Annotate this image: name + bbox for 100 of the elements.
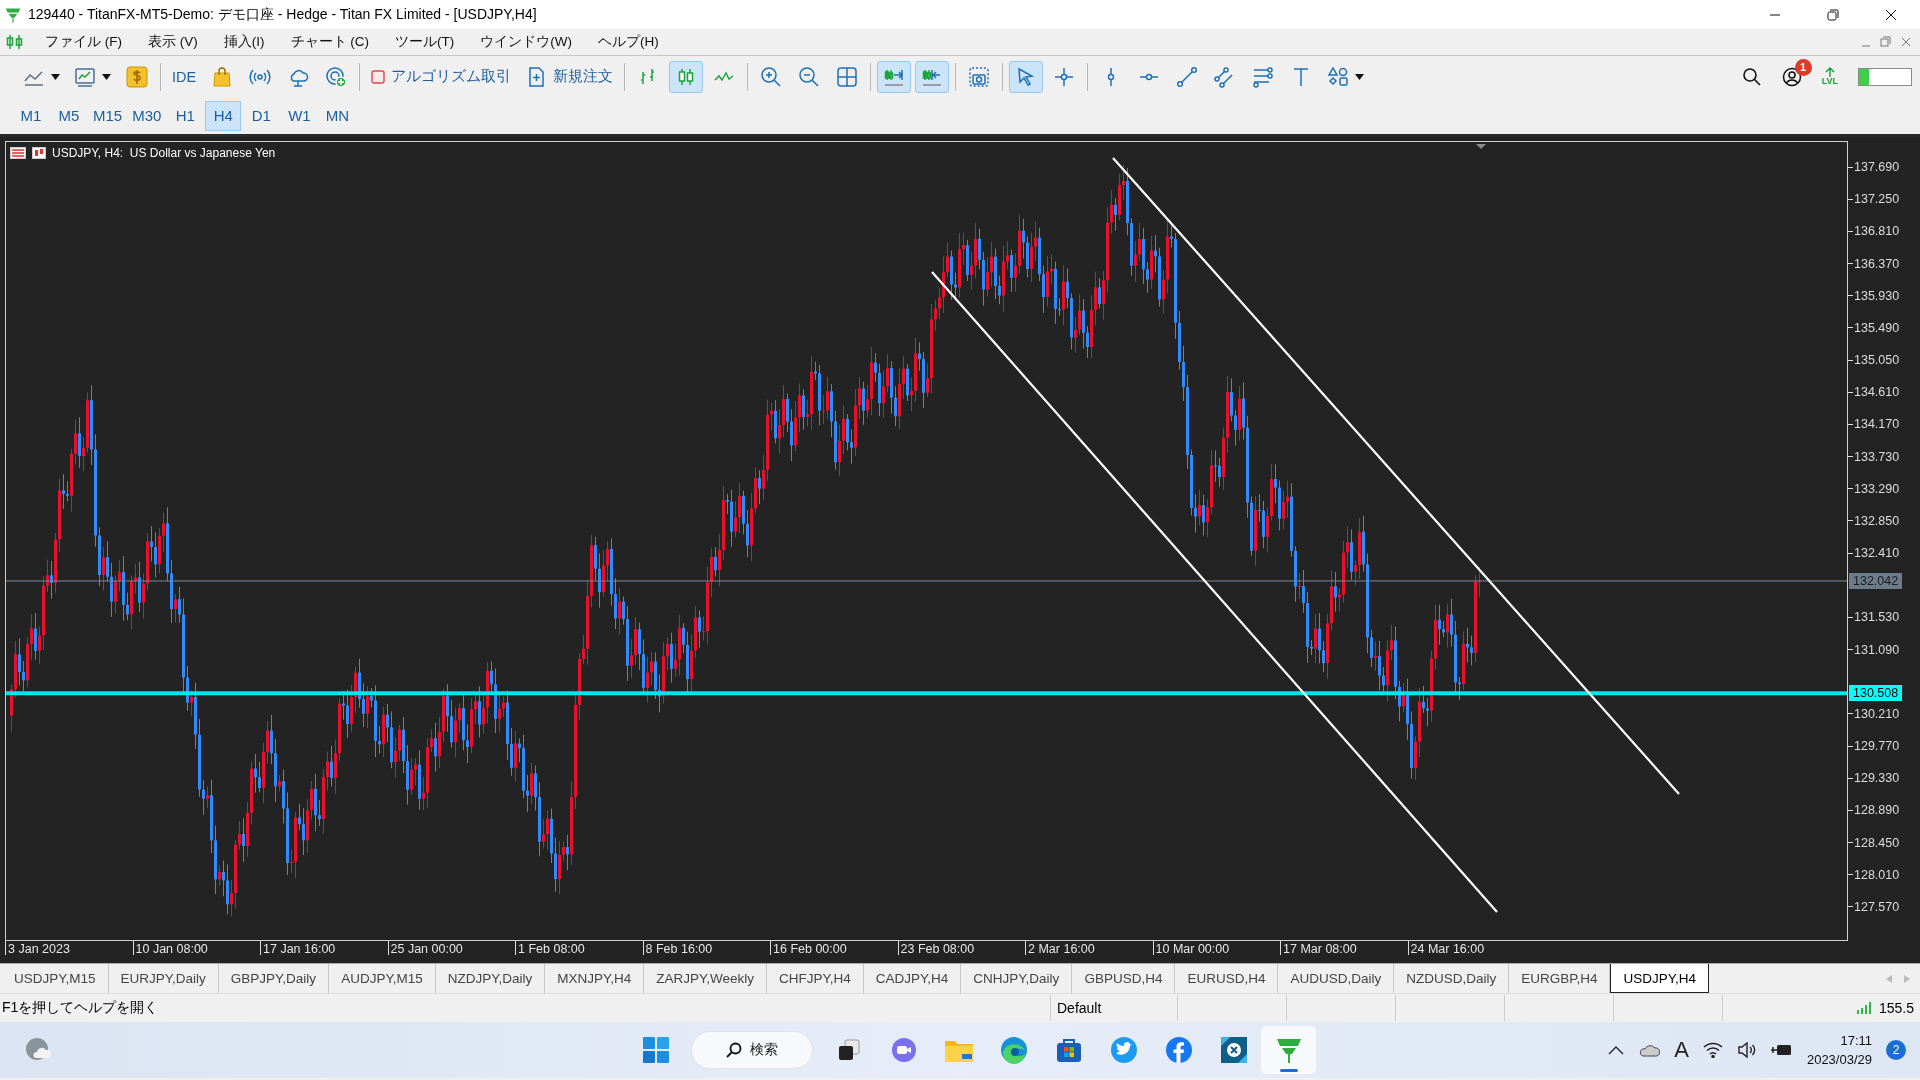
connection-speed: 155.5 — [1878, 1000, 1914, 1016]
time-label: 10 Jan 08:00 — [132, 941, 260, 955]
caret-icon — [1355, 73, 1365, 80]
stop-icon — [371, 69, 386, 84]
clock[interactable]: 17:11 2023/03/29 — [1806, 1031, 1872, 1069]
caret-icon — [51, 73, 60, 80]
x-app-icon[interactable] — [1219, 1036, 1248, 1064]
notification-badge: 1 — [1794, 58, 1812, 76]
timeframe-button[interactable]: M15 — [89, 100, 127, 131]
chart-window-icon — [74, 65, 96, 88]
time-label: 17 Jan 16:00 — [260, 941, 388, 955]
window-title: 129440 - TitanFX-MT5-Demo: デモ口座 - Hedge - Titan FX Limited - [USDJPY,H4] — [28, 5, 537, 24]
chart-tab[interactable]: NZDJPY,Daily — [435, 964, 546, 993]
chart-title: USDJPY, H4: US Dollar vs Japanese Yen — [52, 146, 276, 160]
chart-menu-icon[interactable] — [10, 147, 26, 159]
shopping-bag-icon — [211, 65, 234, 88]
chart-tab[interactable]: EURJPY,Daily — [108, 964, 219, 993]
chart-tab[interactable]: MXNJPY,H4 — [545, 964, 645, 993]
menu-item[interactable]: 表示 (V) — [135, 30, 211, 54]
time-label: 25 Jan 00:00 — [387, 941, 515, 955]
ide-button[interactable]: IDE — [167, 60, 202, 93]
chart-tab[interactable]: GBPJPY,Daily — [218, 964, 330, 993]
search-icon[interactable] — [1741, 66, 1762, 87]
new-order-button[interactable]: 新規注文 — [520, 60, 619, 93]
chart-tab[interactable]: ZARJPY,Weekly — [644, 964, 768, 993]
restore-icon[interactable] — [1827, 8, 1839, 21]
chevron-up-icon[interactable] — [1608, 1045, 1625, 1055]
price-label: 131.090 — [1848, 642, 1900, 657]
time-label: 8 Feb 16:00 — [642, 941, 770, 955]
search-button[interactable]: 検索 — [691, 1031, 813, 1069]
video-chat-icon[interactable] — [889, 1036, 918, 1064]
account-icon[interactable] — [1781, 66, 1802, 87]
price-label: 137.690 — [1848, 160, 1900, 174]
chart-tab[interactable]: AUDUSD,Daily — [1278, 964, 1395, 993]
timeframe-button[interactable]: M30 — [128, 100, 166, 131]
menu-item[interactable]: チャート (C) — [277, 30, 382, 54]
price-label: 133.290 — [1848, 481, 1900, 496]
chart-tab[interactable]: CNHJPY,Daily — [961, 964, 1073, 993]
price-label: 132.850 — [1848, 513, 1900, 528]
chart-tab[interactable]: USDJPY,H4 — [1610, 964, 1709, 993]
toolbar-button[interactable] — [669, 60, 704, 93]
start-icon[interactable] — [641, 1036, 670, 1064]
timeframe-button[interactable]: H4 — [205, 100, 242, 131]
chart-tab[interactable]: AUDJPY,M15 — [329, 964, 436, 993]
chart-shift-marker[interactable] — [1476, 144, 1486, 149]
chart-tab[interactable]: USDJPY,M15 — [2, 964, 109, 993]
notification-badge[interactable]: 2 — [1886, 1040, 1906, 1060]
profile-name: Default — [1056, 1000, 1103, 1016]
menu-item[interactable]: 挿入(I) — [210, 30, 278, 54]
candlestick-icon[interactable] — [32, 147, 46, 159]
timeframe-button[interactable]: M1 — [13, 100, 49, 131]
input-method-indicator[interactable]: A — [1674, 1037, 1689, 1063]
time-label: 1 Feb 08:00 — [515, 941, 643, 955]
menu-item[interactable]: ツール(T) — [382, 30, 468, 54]
menu-item[interactable]: ヘルプ(H) — [585, 30, 672, 54]
battery-charging-icon[interactable] — [1770, 1043, 1793, 1057]
shapes-icon — [1327, 65, 1350, 88]
candlestick-icon — [6, 34, 24, 50]
connection-bars-icon — [1856, 1002, 1871, 1014]
volume-icon[interactable] — [1736, 1042, 1757, 1058]
menu-item[interactable]: ウインドウ(W) — [467, 30, 585, 54]
menu-item[interactable]: ファイル (F) — [32, 30, 135, 54]
trend-line[interactable] — [1112, 157, 1680, 795]
trend-line[interactable] — [931, 271, 1498, 913]
toolbar-button[interactable] — [915, 60, 950, 93]
time-label: 2 Mar 16:00 — [1025, 941, 1153, 955]
chart-tab[interactable]: GBPUSD,H4 — [1072, 964, 1176, 993]
price-label: 136.370 — [1848, 256, 1900, 271]
price-label: 135.490 — [1848, 320, 1900, 335]
browser-icon[interactable] — [998, 1035, 1029, 1065]
arrow-up-icon — [1823, 67, 1836, 77]
close-icon[interactable] — [1885, 8, 1897, 21]
line-price-tag: 130.508 — [1849, 685, 1903, 702]
chart-tab[interactable]: NZDUSD,Daily — [1394, 964, 1510, 993]
price-label: 135.930 — [1848, 288, 1900, 303]
chart-tab[interactable]: CHFJPY,H4 — [767, 964, 864, 993]
algo-trading-button[interactable]: アルゴリズム取引 — [366, 60, 517, 93]
wifi-icon[interactable] — [1702, 1042, 1723, 1058]
time-label: 3 Jan 2023 — [5, 941, 133, 955]
timeframe-button[interactable]: W1 — [281, 100, 318, 131]
social-f-icon[interactable] — [1164, 1036, 1193, 1064]
timeframe-button[interactable]: M5 — [51, 100, 87, 131]
timeframe-button[interactable]: MN — [319, 100, 356, 131]
cloud-icon[interactable] — [1638, 1043, 1661, 1057]
store-bag-icon[interactable] — [1054, 1036, 1083, 1064]
time-label: 24 Mar 16:00 — [1407, 941, 1535, 955]
chart-tab[interactable]: CADJPY,H4 — [863, 964, 962, 993]
horizontal-line[interactable] — [6, 691, 1847, 696]
timeframe-button[interactable]: D1 — [243, 100, 280, 131]
bird-icon[interactable] — [1109, 1036, 1138, 1064]
timeframe-button[interactable]: H1 — [167, 100, 204, 131]
caret-icon — [102, 73, 111, 80]
status-hint: F1を押してヘルプを開く — [1, 999, 160, 1017]
chart-tab[interactable]: EURUSD,H4 — [1175, 964, 1279, 993]
globe-plus-icon — [325, 65, 348, 88]
dollar-icon — [126, 65, 148, 88]
toolbar-button[interactable] — [877, 60, 912, 93]
toolbar-button[interactable] — [1009, 60, 1044, 93]
zoom-out-icon — [798, 65, 821, 88]
crosshair-icon — [1053, 65, 1076, 88]
